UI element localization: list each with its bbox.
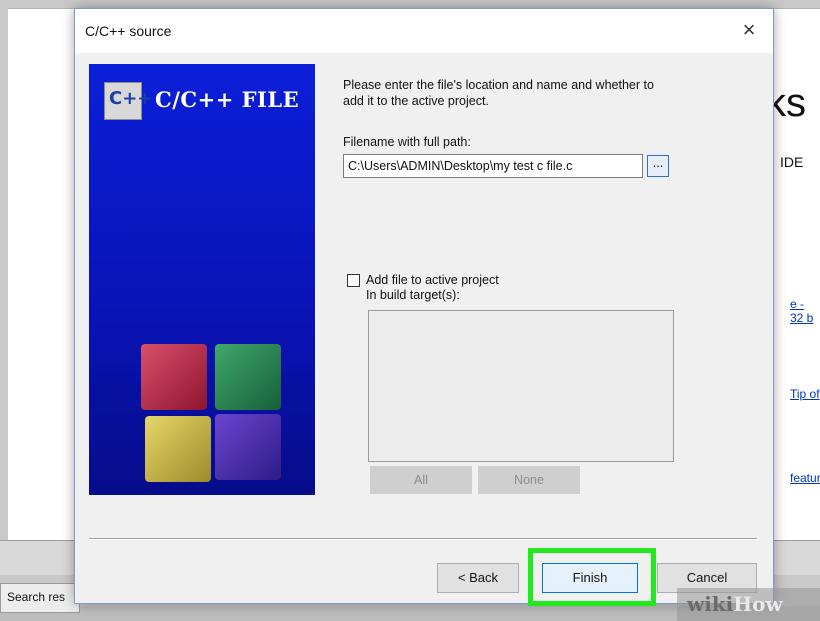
close-icon[interactable]: × [733, 15, 765, 47]
c-cpp-source-dialog: C/C++ source × C++ C/C++ FILE Please ent… [74, 8, 774, 604]
watermark-wiki: wiki [687, 592, 734, 616]
cpp-file-icon-text: C++ [109, 88, 153, 109]
dialog-title: C/C++ source [85, 23, 172, 39]
build-targets-list[interactable] [368, 310, 674, 462]
purple-cube-graphic [215, 414, 281, 480]
add-to-project-label[interactable]: Add file to active project [366, 273, 499, 287]
wizard-banner: C++ C/C++ FILE [89, 64, 315, 495]
dialog-titlebar[interactable]: C/C++ source × [75, 9, 773, 53]
cpp-file-icon: C++ [104, 82, 152, 120]
build-targets-label: In build target(s): [366, 288, 460, 302]
watermark-how: How [733, 592, 783, 616]
yellow-cube-graphic [145, 416, 211, 482]
wikihow-watermark: wikiHow [677, 588, 820, 621]
search-results-tab[interactable]: Search res [0, 583, 80, 613]
red-cube-graphic [141, 344, 207, 410]
finish-highlight-box [528, 548, 656, 606]
filename-label: Filename with full path: [343, 135, 471, 149]
select-none-button[interactable]: None [478, 466, 580, 494]
background-link-3[interactable]: featur [790, 471, 820, 485]
background-link-2[interactable]: Tip of [790, 387, 820, 401]
background-link-1[interactable]: e - 32 b [790, 297, 820, 325]
footer-separator [89, 538, 757, 540]
green-cube-graphic [215, 344, 281, 410]
browse-button[interactable]: ... [647, 155, 669, 177]
add-to-project-checkbox[interactable] [347, 274, 360, 287]
background-subheading: IDE [780, 154, 804, 170]
back-button[interactable]: < Back [437, 563, 519, 593]
wizard-description: Please enter the file's location and nam… [343, 78, 654, 108]
select-all-button[interactable]: All [370, 466, 472, 494]
filename-input[interactable] [343, 154, 643, 178]
banner-title: C/C++ FILE [155, 87, 300, 112]
